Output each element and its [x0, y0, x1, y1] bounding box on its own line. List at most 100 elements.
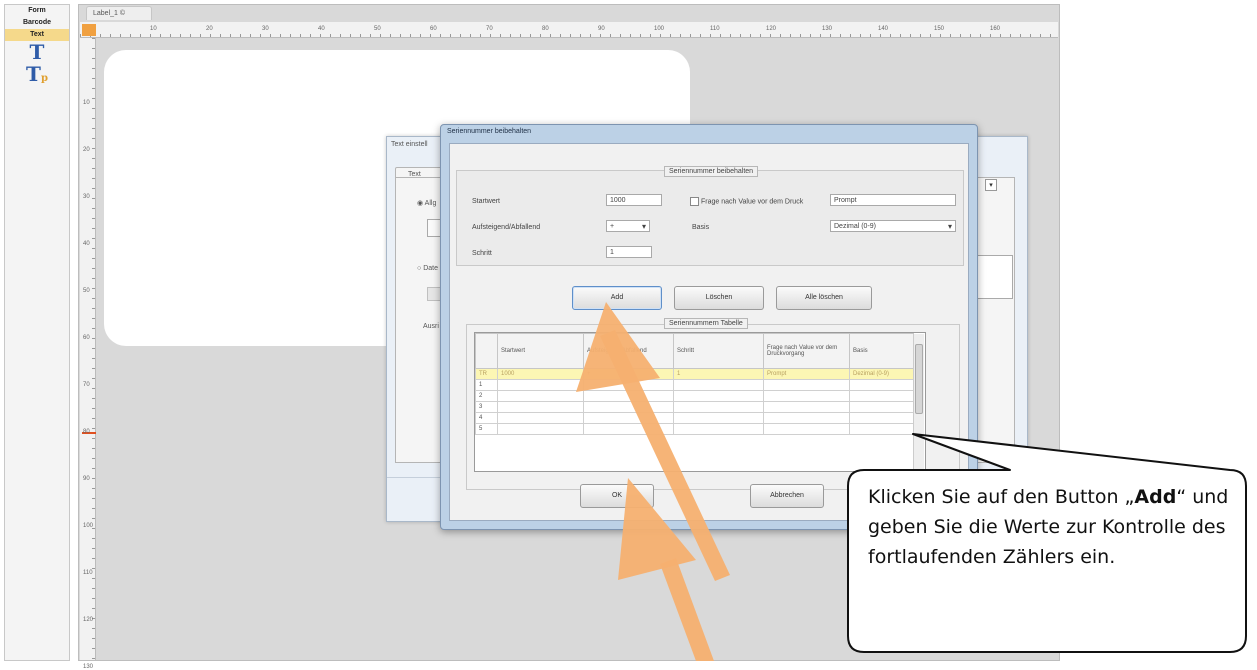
callout-text-bold: Add: [1134, 486, 1177, 508]
ruler-horizontal: [80, 22, 1058, 38]
ruler-left-number: 40: [83, 241, 90, 247]
ruler-left-number: 60: [83, 335, 90, 341]
table-cell[interactable]: [673, 390, 764, 402]
table-row[interactable]: 5: [475, 423, 914, 435]
serial-number-table[interactable]: Startwert Aufsteigend/ Abfallend Schritt…: [474, 332, 926, 472]
table-cell[interactable]: [849, 390, 914, 402]
table-cell[interactable]: [497, 412, 584, 424]
callout-text: Klicken Sie auf den Button „Add“ und geb…: [868, 482, 1248, 572]
table-row[interactable]: 2: [475, 390, 914, 402]
prompt-checkbox-box[interactable]: [690, 197, 699, 206]
table-cell[interactable]: [583, 401, 674, 413]
table-cell[interactable]: [583, 423, 674, 435]
radio-general[interactable]: ◉ Allg: [417, 199, 436, 207]
ruler-corner-button[interactable]: [82, 24, 96, 36]
table-header-direction[interactable]: Aufsteigend/ Abfallend: [583, 333, 674, 369]
ruler-top-number: 70: [486, 26, 493, 32]
ruler-left-number: 100: [83, 523, 94, 529]
base-label: Basis: [692, 224, 710, 231]
table-row-header[interactable]: TR: [475, 368, 498, 380]
bg-dropdown-button[interactable]: ▾: [985, 179, 997, 191]
radio-date-label: Date: [423, 265, 438, 272]
table-scrollbar-thumb[interactable]: [915, 344, 923, 414]
step-input[interactable]: 1: [606, 246, 652, 258]
ruler-top-number: 150: [934, 26, 945, 32]
table-row[interactable]: 3: [475, 401, 914, 413]
ruler-top-number: 160: [990, 26, 1001, 32]
ruler-top-number: 110: [710, 26, 720, 32]
table-cell[interactable]: [849, 379, 914, 391]
tab-text[interactable]: Text: [395, 167, 443, 178]
table-cell[interactable]: [673, 423, 764, 435]
radio-date[interactable]: ○ Date: [417, 265, 438, 272]
ruler-top-number: 50: [374, 26, 381, 32]
table-header-base[interactable]: Basis: [849, 333, 914, 369]
dialog-title: Seriennummer beibehalten: [447, 128, 532, 135]
ok-button[interactable]: OK: [580, 484, 654, 508]
tab-document[interactable]: Label_1 ©: [86, 6, 152, 20]
table-header-prompt[interactable]: Frage nach Value vor dem Druckvorgang: [763, 333, 850, 369]
ruler-left-number: 90: [83, 476, 90, 482]
ruler-top-number: 60: [430, 26, 437, 32]
add-button[interactable]: Add: [572, 286, 662, 310]
table-cell[interactable]: [763, 401, 850, 413]
radio-general-label: Allg: [424, 200, 437, 207]
start-value-input[interactable]: 1000: [606, 194, 662, 206]
text-settings-title: Text einstell: [391, 141, 428, 148]
alignment-label: Ausri: [423, 323, 439, 330]
palette-item-form[interactable]: Form: [5, 5, 69, 17]
table-cell[interactable]: [849, 401, 914, 413]
table-cell[interactable]: [497, 379, 584, 391]
table-row-header[interactable]: 5: [475, 423, 498, 435]
table-row[interactable]: TR 1000 +1 Prompt Dezimal (0-9): [475, 368, 914, 380]
table-cell[interactable]: [497, 423, 584, 435]
table-cell[interactable]: [849, 423, 914, 435]
table-cell[interactable]: [583, 390, 674, 402]
table-cell[interactable]: 1000: [497, 368, 584, 380]
direction-select[interactable]: +: [606, 220, 650, 232]
table-cell[interactable]: Dezimal (0-9): [849, 368, 914, 380]
table-row-header[interactable]: 3: [475, 401, 498, 413]
callout-text-before: Klicken Sie auf den Button „: [868, 486, 1135, 508]
table-row-header[interactable]: 4: [475, 412, 498, 424]
text-variable-tool-icon[interactable]: Tp: [5, 63, 69, 85]
table-cell[interactable]: [673, 379, 764, 391]
table-header-step[interactable]: Schritt: [673, 333, 764, 369]
direction-label: Aufsteigend/Abfallend: [472, 224, 541, 231]
table-cell[interactable]: [763, 390, 850, 402]
table-cell[interactable]: +: [583, 368, 674, 380]
ruler-top-number: 140: [878, 26, 889, 32]
prompt-text-input[interactable]: Prompt: [830, 194, 956, 206]
table-cell[interactable]: [763, 412, 850, 424]
table-cell[interactable]: [763, 423, 850, 435]
base-select[interactable]: Dezimal (0-9): [830, 220, 956, 232]
table-cell[interactable]: [763, 379, 850, 391]
delete-button[interactable]: Löschen: [674, 286, 764, 310]
table-cell[interactable]: [673, 401, 764, 413]
ruler-top-number: 20: [206, 26, 213, 32]
table-header-start[interactable]: Startwert: [497, 333, 584, 369]
prompt-checkbox[interactable]: Frage nach Value vor dem Druck: [690, 197, 803, 206]
table-row-header[interactable]: 2: [475, 390, 498, 402]
table-cell[interactable]: [673, 412, 764, 424]
cancel-button[interactable]: Abbrechen: [750, 484, 824, 508]
ruler-top-number: 130: [822, 26, 833, 32]
table-cell[interactable]: Prompt: [763, 368, 850, 380]
ruler-left-number: 120: [83, 617, 94, 623]
palette-item-barcode[interactable]: Barcode: [5, 17, 69, 29]
table-cell[interactable]: [849, 412, 914, 424]
delete-all-button[interactable]: Alle löschen: [776, 286, 872, 310]
table-cell[interactable]: [583, 412, 674, 424]
table-row[interactable]: 4: [475, 412, 914, 424]
table-cell[interactable]: [497, 390, 584, 402]
dialog-body: Seriennummer beibehalten Startwert 1000 …: [449, 143, 969, 521]
ruler-top-number: 30: [262, 26, 269, 32]
table-cell[interactable]: [583, 379, 674, 391]
text-tool-icon[interactable]: T: [5, 41, 69, 63]
ruler-top-number: 40: [318, 26, 325, 32]
table-row-header[interactable]: 1: [475, 379, 498, 391]
table-scrollbar[interactable]: [913, 334, 924, 470]
table-row[interactable]: 1: [475, 379, 914, 391]
table-cell[interactable]: [497, 401, 584, 413]
table-cell[interactable]: 1: [673, 368, 764, 380]
